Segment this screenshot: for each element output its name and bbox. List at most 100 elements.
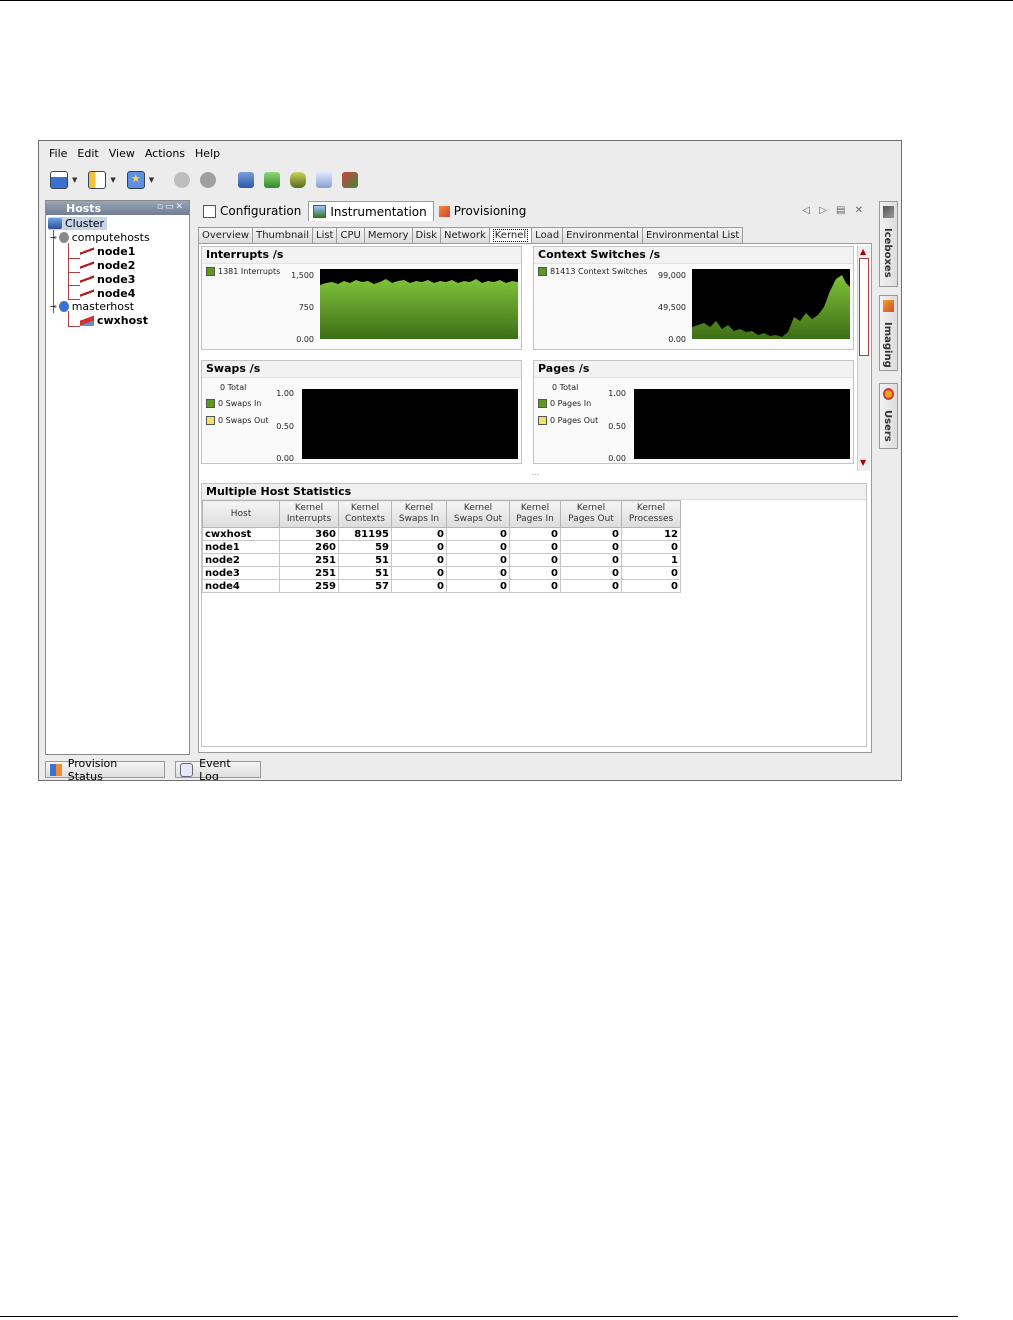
tab-configuration[interactable]: Configuration xyxy=(198,201,308,221)
tree-connector xyxy=(68,243,69,299)
tree-item-label: Cluster xyxy=(65,217,105,230)
tools-button[interactable] xyxy=(340,170,360,190)
favorites-button[interactable]: ★ xyxy=(126,170,146,190)
column-header[interactable]: Kernel Processes xyxy=(621,500,681,528)
tree-item-node3[interactable]: node3 xyxy=(80,273,135,286)
menu-help[interactable]: Help xyxy=(191,145,226,163)
tree-item-node4[interactable]: node4 xyxy=(80,287,135,300)
menu-view[interactable]: View xyxy=(105,145,141,163)
column-header[interactable]: Kernel Interrupts xyxy=(279,500,339,528)
subtab-environmental[interactable]: Environmental xyxy=(562,227,642,244)
column-header[interactable]: Host xyxy=(202,500,280,528)
table-row[interactable]: node1 260 59 0 0 0 0 0 xyxy=(202,540,681,554)
tab-provision-status[interactable]: Provision Status xyxy=(45,757,165,780)
legend-swatch xyxy=(206,267,215,276)
table-row[interactable]: cwxhost 360 81195 0 0 0 0 12 xyxy=(202,527,681,541)
swaps-plot xyxy=(302,389,518,459)
tree-connector xyxy=(68,285,80,286)
panel-title: Pages /s xyxy=(534,361,853,378)
value-cell: 59 xyxy=(338,540,392,554)
table-row[interactable]: node4 259 57 0 0 0 0 0 xyxy=(202,579,681,593)
server-icon xyxy=(80,260,94,271)
tree-item-node2[interactable]: node2 xyxy=(80,259,135,272)
search-button[interactable] xyxy=(314,170,334,190)
subtab-disk[interactable]: Disk xyxy=(411,227,440,244)
event-log-icon xyxy=(180,762,194,777)
provisioning-icon xyxy=(438,205,450,217)
value-cell: 260 xyxy=(279,540,339,554)
tab-instrumentation[interactable]: Instrumentation xyxy=(308,201,434,221)
menu-edit[interactable]: Edit xyxy=(73,145,104,163)
value-cell: 360 xyxy=(279,527,339,541)
legend-swatch xyxy=(206,416,215,425)
database-button[interactable] xyxy=(288,170,308,190)
legend-swatch xyxy=(538,267,547,276)
tree-item-computehosts[interactable]: ⊸ computehosts xyxy=(50,231,150,244)
subtab-list[interactable]: List xyxy=(312,227,337,244)
server-add-icon xyxy=(238,172,255,188)
y-tick-label: 0.00 xyxy=(276,454,294,463)
panel-controls-icon[interactable]: ▫▭✕ xyxy=(157,202,185,212)
side-tab-imaging[interactable]: Imaging xyxy=(879,295,898,371)
tab-provisioning[interactable]: Provisioning xyxy=(434,201,534,221)
subtab-memory[interactable]: Memory xyxy=(363,227,412,244)
side-tab-iceboxes[interactable]: Iceboxes xyxy=(879,201,898,287)
tree-item-cwxhost[interactable]: cwxhost xyxy=(80,314,148,327)
value-cell: 51 xyxy=(338,553,392,567)
tree-item-masterhost[interactable]: ⊸ masterhost xyxy=(50,300,134,313)
power-off-button[interactable] xyxy=(198,170,218,190)
expand-icon[interactable]: ⊸ xyxy=(50,302,57,311)
menu-actions[interactable]: Actions xyxy=(141,145,191,163)
y-tick-label: 0.00 xyxy=(608,454,626,463)
value-cell: 0 xyxy=(560,527,622,541)
scroll-up-icon[interactable]: ▲ xyxy=(860,247,866,256)
table-row[interactable]: node3 251 51 0 0 0 0 0 xyxy=(202,566,681,580)
subtab-cpu[interactable]: CPU xyxy=(336,227,364,244)
chevron-down-icon[interactable]: ▼ xyxy=(149,176,154,184)
layout-button[interactable] xyxy=(87,170,107,190)
subtab-overview[interactable]: Overview xyxy=(198,227,253,244)
bottom-rule xyxy=(0,1316,958,1317)
chevron-down-icon[interactable]: ▼ xyxy=(110,176,115,184)
scroll-down-icon[interactable]: ▼ xyxy=(860,458,866,467)
column-header[interactable]: Kernel Contexts xyxy=(338,500,392,528)
table-row[interactable]: node2 251 51 0 0 0 0 1 xyxy=(202,553,681,567)
legend-item: 1381 Interrupts xyxy=(206,267,280,276)
import-button[interactable] xyxy=(262,170,282,190)
new-window-button[interactable] xyxy=(49,170,69,190)
power-on-button[interactable] xyxy=(172,170,192,190)
tree-connector xyxy=(68,258,80,259)
expand-icon[interactable]: ⊸ xyxy=(50,233,57,242)
y-tick-label: 0.50 xyxy=(608,422,626,431)
chevron-down-icon[interactable]: ▼ xyxy=(72,176,77,184)
split-pane-divider[interactable]: ⋯ xyxy=(201,471,869,481)
value-cell: 0 xyxy=(446,553,510,567)
value-cell: 0 xyxy=(391,553,447,567)
tab-event-log[interactable]: Event Log xyxy=(175,757,261,780)
menu-file[interactable]: File xyxy=(45,145,73,163)
column-header[interactable]: Kernel Swaps In xyxy=(391,500,447,528)
subtab-load[interactable]: Load xyxy=(531,227,563,244)
master-server-icon xyxy=(80,315,94,326)
column-header[interactable]: Kernel Swaps Out xyxy=(446,500,510,528)
value-cell: 0 xyxy=(621,566,681,580)
subtab-thumbnail[interactable]: Thumbnail xyxy=(252,227,312,244)
server-icon xyxy=(80,246,94,257)
stats-table: Host Kernel Interrupts Kernel Contexts K… xyxy=(202,500,681,593)
add-host-button[interactable] xyxy=(236,170,256,190)
graphs-scrollbar[interactable]: ▲ ▼ xyxy=(857,246,870,471)
subtab-kernel[interactable]: Kernel xyxy=(488,227,532,244)
subtab-environmental-list[interactable]: Environmental List xyxy=(641,227,744,244)
tree-item-cluster[interactable]: Cluster xyxy=(48,217,108,230)
tab-navigation-controls[interactable]: ◁ ▷ ▤ ✕ xyxy=(802,205,866,216)
value-cell: 0 xyxy=(509,579,561,593)
tree-item-node1[interactable]: node1 xyxy=(80,245,135,258)
stats-table-body: cwxhost 360 81195 0 0 0 0 12 node1 260 59 0 0 0 0 0 node… xyxy=(202,527,681,593)
column-header[interactable]: Kernel Pages In xyxy=(509,500,561,528)
scrollbar-thumb[interactable] xyxy=(859,258,869,356)
side-tab-users[interactable]: Users xyxy=(879,383,898,449)
pages-plot xyxy=(634,389,850,459)
value-cell: 0 xyxy=(391,579,447,593)
subtab-network[interactable]: Network xyxy=(439,227,489,244)
column-header[interactable]: Kernel Pages Out xyxy=(560,500,622,528)
